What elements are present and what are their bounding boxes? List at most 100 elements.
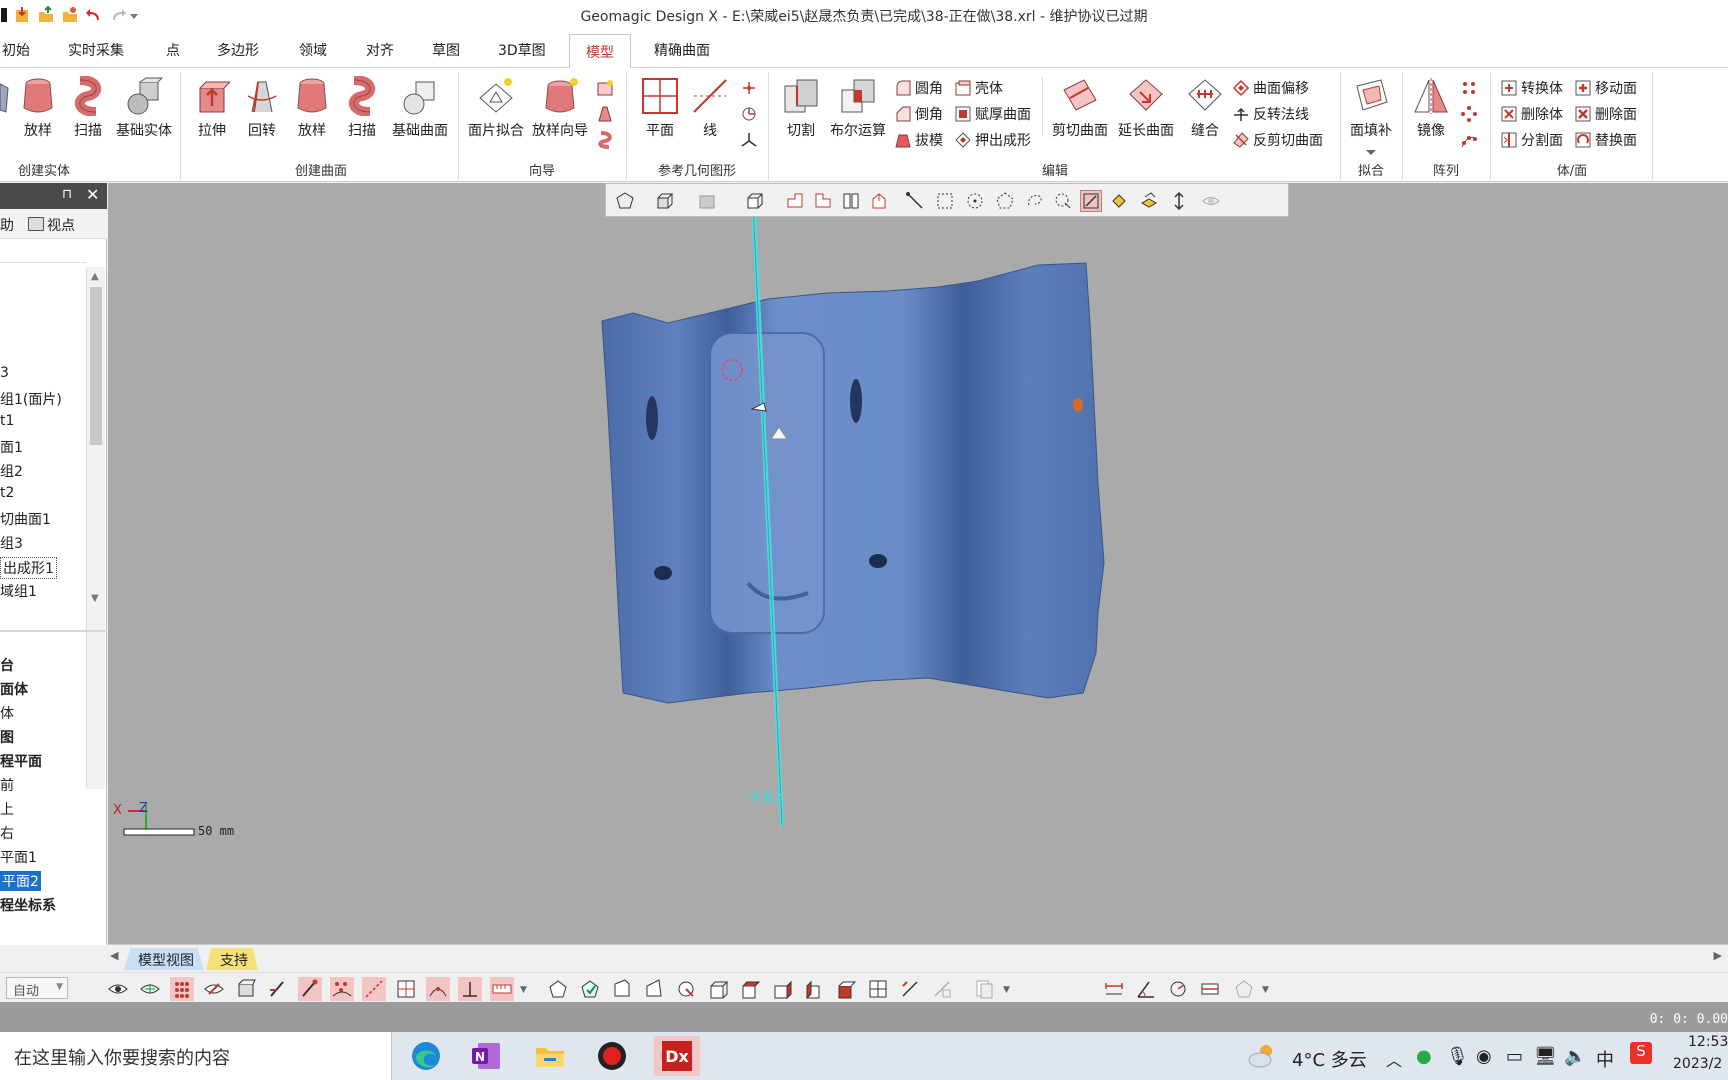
model-canvas[interactable] — [108, 183, 1728, 944]
tree-item[interactable]: 面体 — [0, 679, 28, 699]
surface-display-icon[interactable] — [696, 190, 718, 212]
draft-button[interactable]: 拔模 — [894, 128, 943, 152]
tree-item[interactable]: t1 — [0, 413, 14, 429]
cut-button[interactable]: 切割 — [776, 74, 826, 140]
design-x-app-icon[interactable]: Dx — [654, 1036, 700, 1076]
stitch-button[interactable]: 缝合 — [1180, 74, 1230, 140]
tab-support[interactable]: 支持 — [206, 948, 258, 970]
tab-sketch[interactable]: 草图 — [432, 40, 460, 60]
tabs-scroll-left-icon[interactable]: ◀ — [110, 949, 118, 962]
filter-dropdown-icon[interactable]: ▼ — [520, 985, 527, 995]
offset-surface-button[interactable]: 曲面偏移 — [1232, 76, 1309, 100]
taskbar-search-box[interactable]: 在这里输入你要搜索的内容 — [0, 1032, 392, 1080]
tree-item[interactable]: 切曲面1 — [0, 509, 51, 529]
view-fit-icon[interactable] — [642, 977, 666, 1001]
tree-item[interactable]: 3 — [0, 365, 9, 381]
convert-body-button[interactable]: 转换体 — [1500, 76, 1563, 100]
pin-icon[interactable]: ⊓ — [62, 187, 72, 202]
region-filter-icon[interactable] — [202, 977, 226, 1001]
recorder-icon[interactable] — [592, 1036, 632, 1076]
select-line-icon[interactable] — [904, 190, 926, 212]
view-top-icon[interactable] — [840, 190, 862, 212]
select-flood-icon[interactable] — [1108, 190, 1130, 212]
view-top-cube-icon[interactable] — [834, 977, 858, 1001]
tab-3d-sketch[interactable]: 3D草图 — [498, 40, 546, 60]
solid-loft-button[interactable]: 放样 — [16, 74, 60, 140]
fillet-button[interactable]: 圆角 — [894, 76, 943, 100]
mesh-filter-icon[interactable] — [138, 977, 162, 1001]
wechat-icon[interactable]: ● — [1416, 1046, 1432, 1067]
view-doc-icon[interactable] — [972, 977, 996, 1001]
onenote-icon[interactable]: N — [466, 1036, 506, 1076]
view-mode-icon[interactable] — [614, 190, 636, 212]
tree-item[interactable]: 上 — [0, 799, 14, 819]
sogou-ime-icon[interactable]: S — [1630, 1042, 1652, 1064]
microphone-icon[interactable]: 🎙 — [1446, 1046, 1469, 1067]
tab-model-view[interactable]: 模型视图 — [124, 948, 204, 970]
tree-item[interactable]: 图 — [0, 727, 14, 747]
taskbar-time[interactable]: 12:53 — [1688, 1034, 1728, 1050]
emboss-button[interactable]: 押出成形 — [954, 128, 1031, 152]
qq-icon[interactable]: ◉ — [1476, 1046, 1492, 1067]
select-extend-icon[interactable] — [1168, 190, 1190, 212]
file-explorer-icon[interactable] — [530, 1036, 570, 1076]
tab-region[interactable]: 领域 — [299, 40, 327, 60]
selection-mode-select[interactable]: 自动 ▼ — [6, 977, 68, 999]
tree-item[interactable]: 平面1 — [0, 847, 37, 867]
ref-plane-button[interactable]: 平面 — [636, 74, 684, 140]
view-clip-icon[interactable] — [930, 977, 954, 1001]
sketch-filter-icon[interactable] — [266, 977, 290, 1001]
wizard-tool-3[interactable] — [596, 128, 614, 152]
view-back-cube-icon[interactable] — [738, 977, 762, 1001]
fill-face-button[interactable]: 面填补 — [1344, 74, 1398, 140]
network-icon[interactable]: 🖥 — [1534, 1046, 1557, 1067]
scanned-mesh[interactable] — [601, 262, 1105, 704]
scroll-down-icon[interactable]: ▼ — [91, 593, 99, 604]
cs-filter-icon[interactable] — [426, 977, 450, 1001]
select-rect-icon[interactable] — [934, 190, 956, 212]
tab-polygon[interactable]: 多边形 — [217, 40, 259, 60]
tree-item[interactable]: 程平面 — [0, 751, 42, 771]
measure-distance-icon[interactable] — [1102, 977, 1126, 1001]
view-right-icon[interactable] — [812, 190, 834, 212]
tab-initial[interactable]: 初始 — [2, 40, 30, 60]
solid-display-icon[interactable] — [654, 190, 676, 212]
tree-item-selected[interactable]: 平面2 — [0, 871, 41, 891]
select-layer-icon[interactable] — [1138, 190, 1160, 212]
scroll-thumb[interactable] — [90, 287, 102, 445]
feature-marker[interactable] — [1073, 398, 1083, 412]
select-circle-icon[interactable] — [964, 190, 986, 212]
boolean-button[interactable]: 布尔运算 — [826, 74, 890, 140]
weather-icon[interactable] — [1248, 1042, 1278, 1074]
trim-surface-button[interactable]: 剪切曲面 — [1048, 74, 1112, 140]
move-face-button[interactable]: 移动面 — [1574, 76, 1637, 100]
tab-exact-surface[interactable]: 精确曲面 — [654, 40, 710, 60]
view-front-cube-icon[interactable] — [706, 977, 730, 1001]
base-surface-button[interactable]: 基础曲面 — [388, 74, 452, 140]
tree-item[interactable]: 程坐标系 — [0, 895, 56, 915]
view-pan-icon[interactable] — [546, 977, 570, 1001]
close-icon[interactable]: ✕ — [86, 185, 99, 204]
partial-solid-button[interactable] — [0, 74, 10, 120]
measure-filter-icon[interactable] — [490, 977, 514, 1001]
view-rotate-icon[interactable] — [578, 977, 602, 1001]
view-left-cube-icon[interactable] — [770, 977, 794, 1001]
tree-item[interactable]: 台 — [0, 655, 14, 675]
measure-radius-icon[interactable] — [1166, 977, 1190, 1001]
edge-browser-icon[interactable] — [406, 1036, 446, 1076]
tree-item[interactable]: 前 — [0, 775, 14, 795]
chamfer-button[interactable]: 倒角 — [894, 102, 943, 126]
measure-section-icon[interactable] — [1198, 977, 1222, 1001]
tab-align[interactable]: 对齐 — [366, 40, 394, 60]
select-paint-icon[interactable] — [1080, 190, 1102, 212]
tree-item[interactable]: 组2 — [0, 461, 23, 481]
surface-revolve-button[interactable]: 回转 — [240, 74, 284, 140]
tab-live-capture[interactable]: 实时采集 — [68, 40, 124, 60]
curve-pattern-button[interactable] — [1460, 128, 1478, 152]
select-lasso-icon[interactable] — [1024, 190, 1046, 212]
ref-axis-button[interactable] — [740, 128, 758, 152]
point-cloud-filter-icon[interactable] — [330, 977, 354, 1001]
measure-deviation-icon[interactable] — [1232, 977, 1256, 1001]
measure-dropdown-icon[interactable]: ▼ — [1262, 985, 1269, 995]
view-dropdown-icon[interactable]: ▼ — [1003, 985, 1010, 995]
